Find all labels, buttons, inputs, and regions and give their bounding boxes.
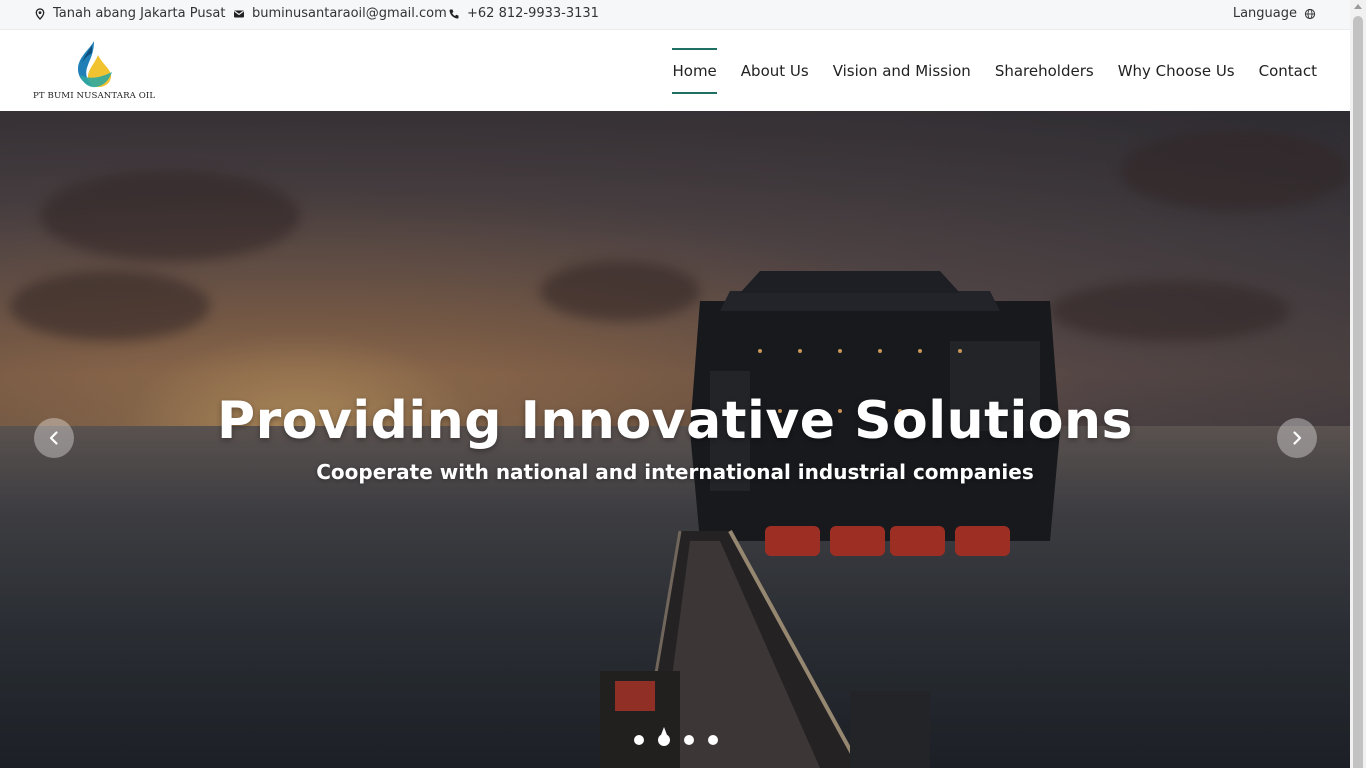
contact-address: Tanah abang Jakarta Pusat [34, 6, 225, 21]
carousel-dot[interactable] [634, 735, 644, 745]
hero-title: Providing Innovative Solutions [216, 391, 1134, 451]
carousel-dot-active[interactable] [658, 734, 670, 746]
nav-shareholders[interactable]: Shareholders [995, 52, 1094, 90]
site-header: PT BUMI NUSANTARA OIL Home About Us Visi… [0, 30, 1350, 111]
phone-icon [448, 8, 460, 20]
nav-why-choose-us[interactable]: Why Choose Us [1118, 52, 1235, 90]
page-scrollbar[interactable] [1350, 0, 1366, 768]
location-pin-icon [34, 7, 46, 20]
language-selector[interactable]: Language [1233, 6, 1316, 21]
phone-text[interactable]: +62 812-9933-3131 [467, 6, 599, 21]
email-text[interactable]: buminusantaraoil@gmail.com [252, 6, 447, 21]
chevron-right-icon [1293, 431, 1302, 445]
oil-drop-logo-icon [78, 41, 112, 88]
hero-subtitle: Cooperate with national and internationa… [316, 460, 1034, 484]
envelope-icon [233, 8, 245, 20]
chevron-left-icon [49, 431, 58, 445]
scroll-up-arrow-icon[interactable] [1354, 4, 1362, 9]
language-label[interactable]: Language [1233, 6, 1297, 21]
address-text: Tanah abang Jakarta Pusat [53, 6, 226, 21]
nav-home[interactable]: Home [672, 47, 718, 94]
carousel-dot[interactable] [708, 735, 718, 745]
logo-text: PT BUMI NUSANTARA OIL [33, 91, 156, 101]
carousel-indicators [634, 734, 718, 746]
hero-slider: Providing Innovative Solutions Cooperate… [0, 111, 1350, 768]
contact-phone[interactable]: +62 812-9933-3131 [448, 6, 599, 21]
nav-vision-mission[interactable]: Vision and Mission [833, 52, 971, 90]
nav-contact[interactable]: Contact [1259, 52, 1317, 90]
main-nav: Home About Us Vision and Mission Shareho… [672, 30, 1317, 111]
carousel-next-button[interactable] [1277, 418, 1317, 458]
contact-email[interactable]: buminusantaraoil@gmail.com [233, 6, 447, 21]
company-logo[interactable]: PT BUMI NUSANTARA OIL [32, 39, 162, 103]
top-info-bar: Tanah abang Jakarta Pusat buminusantarao… [0, 0, 1350, 30]
nav-about-us[interactable]: About Us [741, 52, 809, 90]
carousel-dot[interactable] [684, 735, 694, 745]
globe-icon [1304, 8, 1316, 20]
carousel-prev-button[interactable] [34, 418, 74, 458]
scroll-thumb[interactable] [1353, 16, 1363, 768]
